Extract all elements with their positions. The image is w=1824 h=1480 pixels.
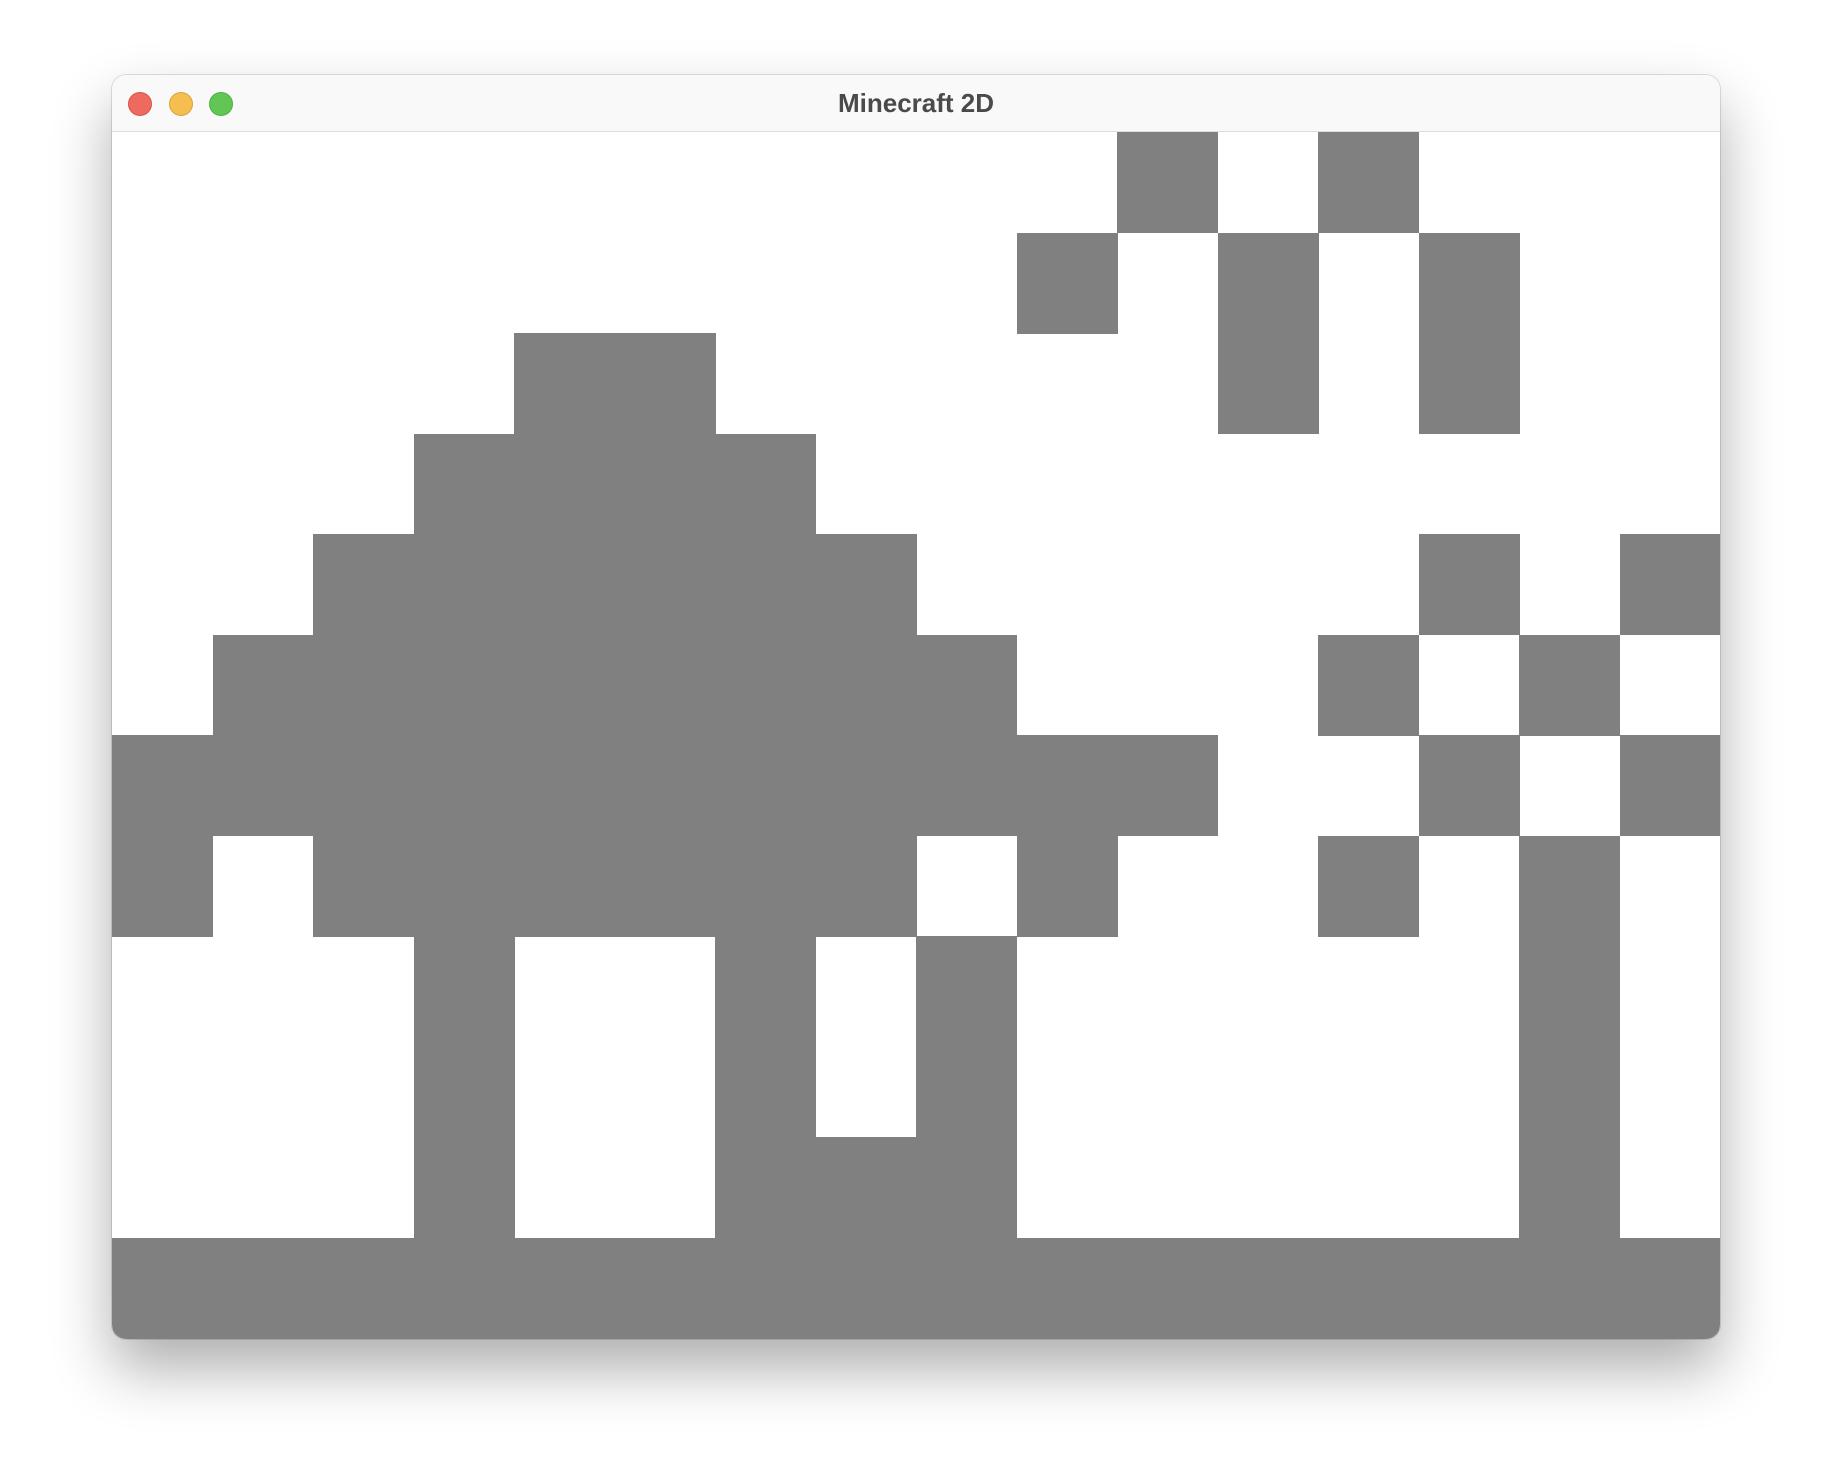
stone-block[interactable] xyxy=(514,1238,615,1339)
stone-block[interactable] xyxy=(414,836,515,937)
stone-block[interactable] xyxy=(514,836,615,937)
stone-block[interactable] xyxy=(715,534,816,635)
stone-block[interactable] xyxy=(615,735,716,836)
stone-block[interactable] xyxy=(615,434,716,535)
stone-block[interactable] xyxy=(1519,1037,1620,1138)
stone-block[interactable] xyxy=(615,635,716,736)
stone-block[interactable] xyxy=(816,1238,917,1339)
stone-block[interactable] xyxy=(615,1238,716,1339)
stone-block[interactable] xyxy=(816,836,917,937)
stone-block[interactable] xyxy=(816,534,917,635)
stone-block[interactable] xyxy=(1519,1238,1620,1339)
stone-block[interactable] xyxy=(414,1238,515,1339)
stone-block[interactable] xyxy=(112,836,213,937)
stone-block[interactable] xyxy=(816,635,917,736)
stone-block[interactable] xyxy=(1218,1238,1319,1339)
stone-block[interactable] xyxy=(1419,233,1520,334)
game-canvas[interactable] xyxy=(112,132,1720,1339)
stone-block[interactable] xyxy=(514,434,615,535)
stone-block[interactable] xyxy=(1017,836,1118,937)
stone-block[interactable] xyxy=(1017,233,1118,334)
stone-block[interactable] xyxy=(514,534,615,635)
stone-block[interactable] xyxy=(1620,735,1720,836)
stone-block[interactable] xyxy=(414,534,515,635)
stone-block[interactable] xyxy=(1117,735,1218,836)
window-title: Minecraft 2D xyxy=(837,88,995,118)
stone-block[interactable] xyxy=(1318,635,1419,736)
stone-block[interactable] xyxy=(916,1137,1017,1238)
stone-block[interactable] xyxy=(514,333,615,434)
stone-block[interactable] xyxy=(313,1238,414,1339)
stone-block[interactable] xyxy=(1519,1137,1620,1238)
stone-block[interactable] xyxy=(1318,1238,1419,1339)
stone-block[interactable] xyxy=(715,1037,816,1138)
stone-block[interactable] xyxy=(715,635,816,736)
stone-block[interactable] xyxy=(1419,1238,1520,1339)
stone-block[interactable] xyxy=(916,635,1017,736)
stone-block[interactable] xyxy=(615,836,716,937)
stone-block[interactable] xyxy=(916,1238,1017,1339)
stone-block[interactable] xyxy=(816,735,917,836)
stone-block[interactable] xyxy=(1318,132,1419,233)
stone-block[interactable] xyxy=(916,1037,1017,1138)
stone-block[interactable] xyxy=(213,735,314,836)
stone-block[interactable] xyxy=(1419,735,1520,836)
stone-block[interactable] xyxy=(615,333,716,434)
stone-block[interactable] xyxy=(1218,333,1319,434)
stone-block[interactable] xyxy=(112,1238,213,1339)
stone-block[interactable] xyxy=(1620,1238,1720,1339)
stone-block[interactable] xyxy=(213,635,314,736)
stone-block[interactable] xyxy=(1419,534,1520,635)
stone-block[interactable] xyxy=(1117,1238,1218,1339)
stone-block[interactable] xyxy=(414,1037,515,1138)
stone-block[interactable] xyxy=(715,836,816,937)
stone-block[interactable] xyxy=(1519,836,1620,937)
stone-block[interactable] xyxy=(112,735,213,836)
stone-block[interactable] xyxy=(514,735,615,836)
stone-block[interactable] xyxy=(414,936,515,1037)
stone-block[interactable] xyxy=(715,1238,816,1339)
stone-block[interactable] xyxy=(313,735,414,836)
stone-block[interactable] xyxy=(715,936,816,1037)
stone-block[interactable] xyxy=(414,1137,515,1238)
stone-block[interactable] xyxy=(514,635,615,736)
stone-block[interactable] xyxy=(715,735,816,836)
stone-block[interactable] xyxy=(313,635,414,736)
stone-block[interactable] xyxy=(715,434,816,535)
stone-block[interactable] xyxy=(313,534,414,635)
stone-block[interactable] xyxy=(1117,132,1218,233)
game-window: Minecraft 2D xyxy=(112,75,1720,1339)
stone-block[interactable] xyxy=(1017,735,1118,836)
stone-block[interactable] xyxy=(414,434,515,535)
stone-block[interactable] xyxy=(313,836,414,937)
stone-block[interactable] xyxy=(816,1137,917,1238)
stone-block[interactable] xyxy=(1017,1238,1118,1339)
stone-block[interactable] xyxy=(414,735,515,836)
stone-block[interactable] xyxy=(213,1238,314,1339)
stone-block[interactable] xyxy=(1218,233,1319,334)
stone-block[interactable] xyxy=(916,936,1017,1037)
stone-block[interactable] xyxy=(1318,836,1419,937)
stone-block[interactable] xyxy=(1519,936,1620,1037)
stone-block[interactable] xyxy=(414,635,515,736)
stone-block[interactable] xyxy=(1620,534,1720,635)
stone-block[interactable] xyxy=(1419,333,1520,434)
stone-block[interactable] xyxy=(1519,635,1620,736)
stone-block[interactable] xyxy=(715,1137,816,1238)
stone-block[interactable] xyxy=(615,534,716,635)
stone-block[interactable] xyxy=(916,735,1017,836)
title-bar[interactable]: Minecraft 2D xyxy=(112,75,1720,132)
